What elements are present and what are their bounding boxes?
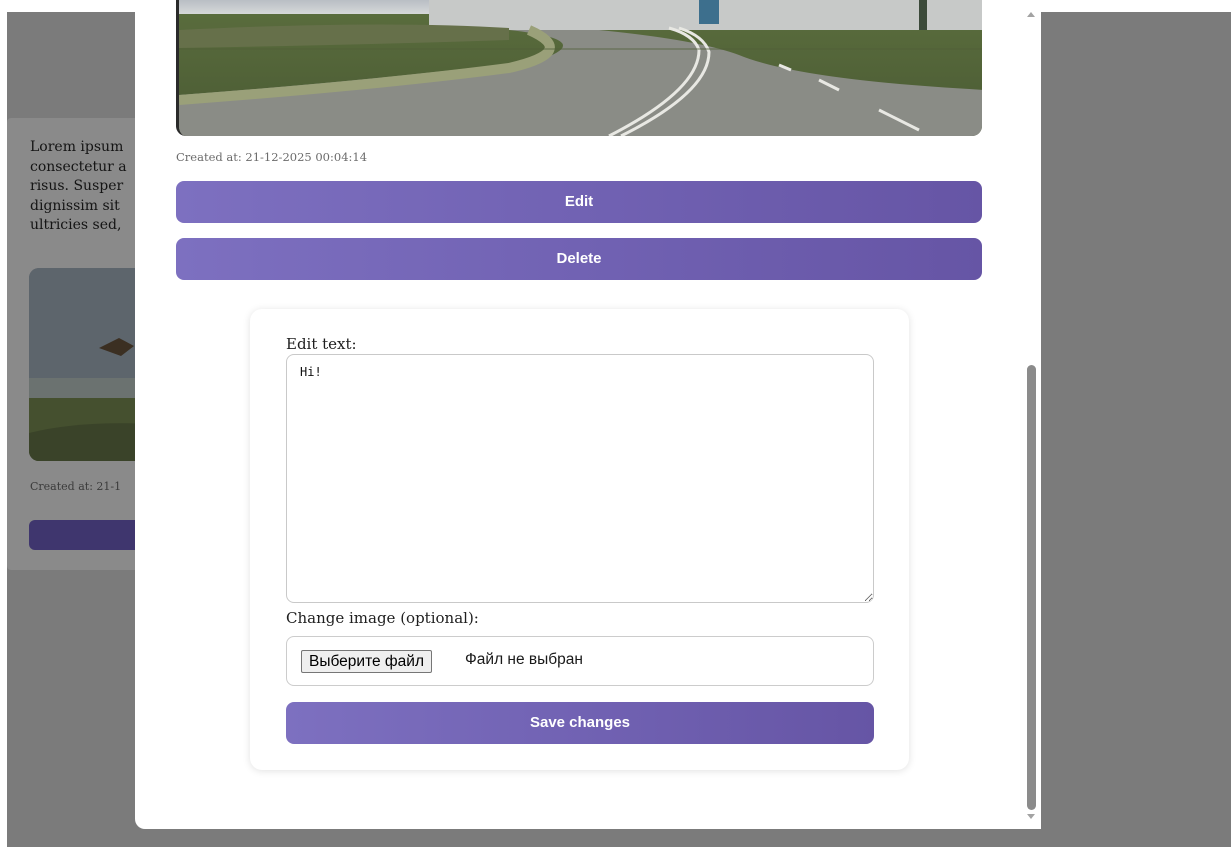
post-image — [176, 0, 982, 136]
background-text-line: dignissim sit — [30, 197, 120, 214]
edit-button[interactable]: Edit — [176, 181, 982, 223]
background-text-line: risus. Susper — [30, 178, 124, 194]
background-text-line: ultricies sed, — [30, 217, 122, 233]
edit-text-label: Edit text: — [286, 335, 357, 353]
image-file-input[interactable]: Выберите файл Файл не выбран — [286, 636, 874, 686]
file-status-text: Файл не выбран — [465, 651, 583, 668]
choose-file-button[interactable]: Выберите файл — [301, 650, 433, 673]
save-changes-button[interactable]: Save changes — [286, 702, 874, 744]
change-image-label: Change image (optional): — [286, 609, 479, 627]
background-text-line: Lorem ipsum — [30, 139, 124, 155]
road-photo-icon — [179, 0, 982, 136]
scrollbar-thumb[interactable] — [1027, 365, 1036, 810]
background-created-at: Created at: 21-1 — [30, 480, 122, 493]
background-edit-button — [29, 520, 149, 550]
edit-text-field[interactable]: Hi! — [286, 354, 874, 603]
modal-scrollbar[interactable] — [1021, 0, 1041, 829]
background-text-line: consectetur a — [30, 158, 127, 175]
post-created-at: Created at: 21-12-2025 00:04:14 — [176, 150, 368, 164]
background-post-text: Lorem ipsum consectetur a risus. Susper … — [30, 138, 140, 236]
viewport: Lorem ipsum consectetur a risus. Susper … — [0, 0, 1231, 847]
edit-post-modal: Created at: 21-12-2025 00:04:14 Edit Del… — [135, 0, 1041, 829]
edit-form-panel: Edit text: Hi! Change image (optional): … — [250, 309, 909, 770]
delete-button[interactable]: Delete — [176, 238, 982, 280]
scroll-up-arrow-icon[interactable] — [1027, 12, 1035, 17]
scroll-down-arrow-icon[interactable] — [1027, 814, 1035, 819]
